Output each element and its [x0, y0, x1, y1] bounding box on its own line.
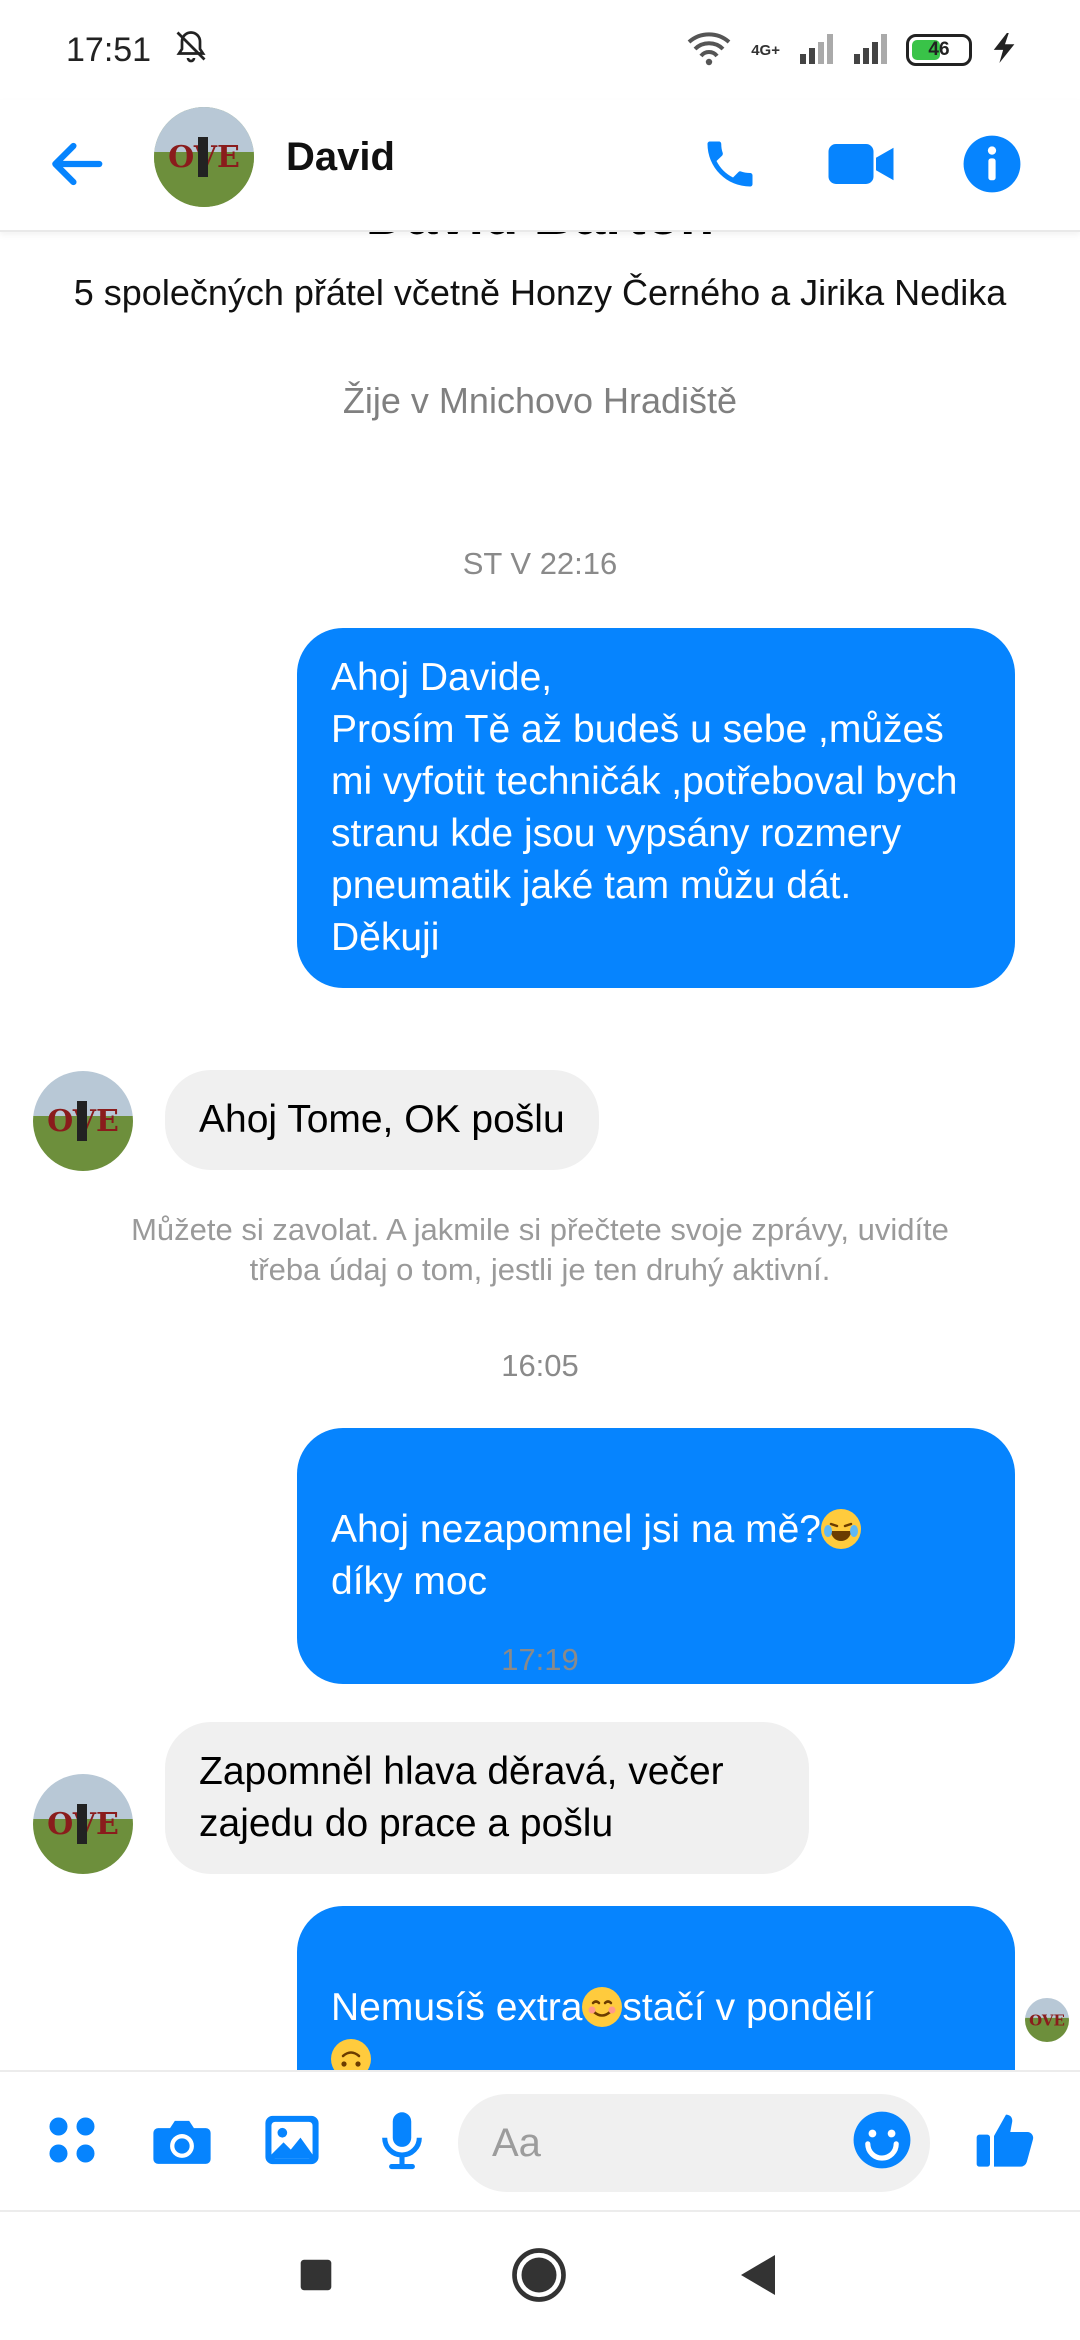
home-circle-icon	[511, 2247, 567, 2308]
emoji-button[interactable]	[844, 2104, 920, 2180]
camera-icon	[151, 2112, 213, 2173]
avatar[interactable]: OVE	[33, 1071, 133, 1171]
status-left: 17:51	[66, 28, 209, 73]
chat-header: OVE David	[0, 100, 1080, 232]
timestamp: 17:19	[501, 1642, 579, 1677]
system-nav-bar	[0, 2210, 1080, 2340]
back-arrow-icon	[45, 133, 107, 200]
back-button[interactable]	[40, 130, 112, 202]
message-text: díky moc	[331, 1560, 488, 1603]
triangle-back-icon	[739, 2253, 779, 2302]
apps-button[interactable]	[34, 2104, 110, 2180]
message-incoming[interactable]: Ahoj Tome, OK pošlu	[165, 1070, 599, 1170]
message-text: Ahoj nezapomnel jsi na mě?	[331, 1508, 821, 1551]
video-call-button[interactable]	[819, 124, 903, 208]
composer-bar	[0, 2070, 1080, 2210]
timestamp: ST V 22:16	[462, 546, 618, 581]
message-text: Nemusíš extra	[331, 1986, 583, 2029]
status-bar: 17:51 4G+ 46	[0, 0, 1080, 100]
microphone-icon	[378, 2110, 426, 2175]
call-button[interactable]	[688, 124, 772, 208]
signal-icon	[852, 32, 888, 69]
status-right: 4G+ 46	[685, 30, 1020, 71]
message-outgoing[interactable]: Nemusíš extra stačí v pondělí	[297, 1906, 1015, 2070]
battery-level: 46	[928, 39, 950, 60]
smiling-emoji-icon	[582, 1987, 623, 2027]
home-button[interactable]	[509, 2247, 569, 2307]
gallery-icon	[263, 2113, 321, 2172]
network-type: 4G+	[751, 41, 780, 59]
message-text: stačí v pondělí	[622, 1986, 874, 2029]
square-icon	[299, 2258, 333, 2297]
message-outgoing[interactable]: Ahoj Davide, Prosím Tě až budeš u sebe ,…	[297, 628, 1015, 988]
signal-icon	[798, 32, 834, 69]
info-icon	[961, 133, 1023, 200]
thumbs-up-icon	[974, 2108, 1038, 2177]
video-icon	[826, 134, 896, 199]
like-button[interactable]	[968, 2104, 1044, 2180]
svg-text:OVE: OVE	[1029, 2011, 1065, 2029]
upside-down-emoji-icon	[331, 2039, 371, 2070]
apps-grid-icon	[45, 2113, 99, 2172]
camera-button[interactable]	[144, 2104, 220, 2180]
contact-name[interactable]: David	[286, 135, 395, 180]
profile-name: David Barton	[0, 232, 1080, 247]
read-receipt-avatar: OVE	[1025, 1998, 1069, 2042]
profile-location: Žije v Mnichovo Hradiště	[342, 380, 738, 421]
phone-icon	[700, 134, 760, 199]
message-incoming[interactable]: Zapomněl hlava děravá, večer zajedu do p…	[165, 1722, 809, 1874]
voice-button[interactable]	[364, 2104, 440, 2180]
recents-button[interactable]	[286, 2247, 346, 2307]
gallery-button[interactable]	[254, 2104, 330, 2180]
timestamp: 16:05	[501, 1348, 579, 1383]
emoji-icon	[851, 2109, 913, 2176]
mutual-friends: 5 společných přátel včetně Honzy Černého…	[73, 272, 1007, 313]
mute-bell-icon	[173, 28, 209, 73]
avatar[interactable]: OVE	[33, 1774, 133, 1874]
activity-info-note: Můžete si zavolat. A jakmile si přečtete…	[131, 1212, 949, 1287]
message-list[interactable]: David Barton 5 společných přátel včetně …	[0, 232, 1080, 2070]
back-nav-button[interactable]	[729, 2247, 789, 2307]
status-time: 17:51	[66, 30, 152, 69]
laughing-emoji-icon	[820, 1509, 861, 1549]
charging-icon	[990, 31, 1020, 70]
battery-icon: 46	[906, 34, 972, 66]
avatar[interactable]: OVE	[154, 107, 254, 207]
wifi-icon	[685, 30, 733, 71]
info-button[interactable]	[950, 124, 1034, 208]
messenger-screen: 17:51 4G+ 46 David 5 společných přátel v…	[0, 0, 1080, 2340]
